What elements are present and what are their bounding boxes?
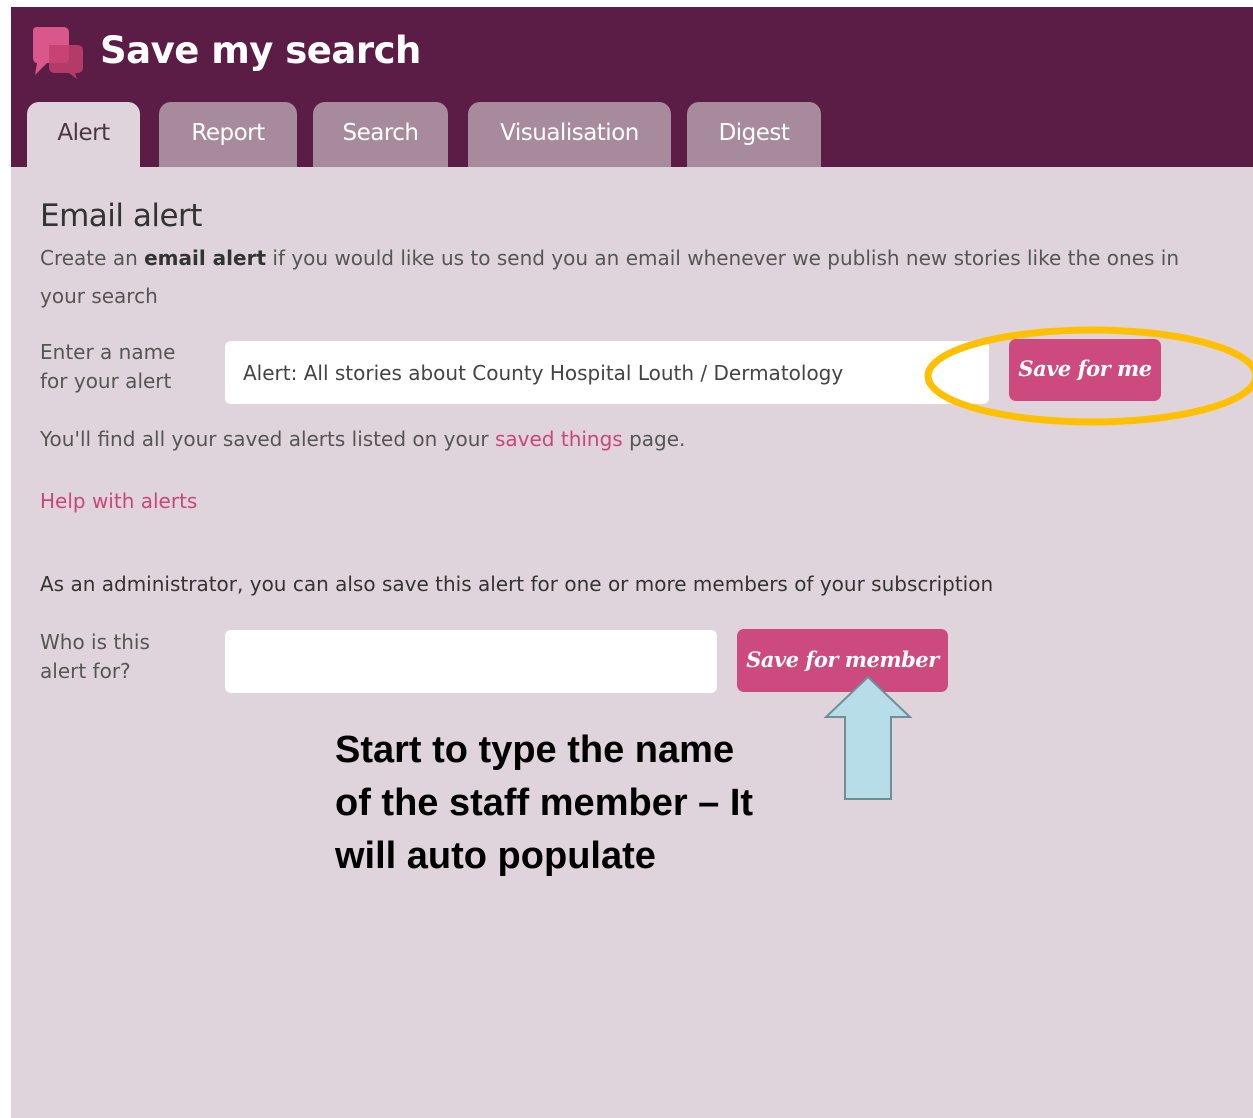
tab-search[interactable]: Search <box>313 102 448 167</box>
email-alert-heading: Email alert <box>40 198 202 234</box>
speech-bubbles-logo-icon <box>33 27 83 79</box>
description-text-start: Create an <box>40 246 145 270</box>
tab-alert[interactable]: Alert <box>27 102 140 167</box>
alert-name-input[interactable] <box>225 341 989 404</box>
saved-alerts-info: You'll find all your saved alerts listed… <box>40 427 685 451</box>
highlight-ellipse <box>924 326 1253 426</box>
member-label-line2: alert for? <box>40 659 131 683</box>
alert-name-label-line2: for your alert <box>40 369 172 393</box>
member-search-input[interactable] <box>225 630 717 693</box>
alert-name-label: Enter a name for your alert <box>40 338 175 396</box>
header-bar: Save my search Alert Report Search Visua… <box>11 7 1253 167</box>
help-with-alerts-link[interactable]: Help with alerts <box>40 489 197 513</box>
info-text-start: You'll find all your saved alerts listed… <box>40 427 495 451</box>
member-label: Who is this alert for? <box>40 628 150 686</box>
saved-things-link[interactable]: saved things <box>495 427 623 451</box>
description-bold-text: email alert <box>144 246 267 270</box>
save-search-panel: Save my search Alert Report Search Visua… <box>11 7 1253 1118</box>
email-alert-description: Create an email alert if you would like … <box>40 239 1230 315</box>
member-label-line1: Who is this <box>40 630 150 654</box>
instruction-callout: Start to type the name of the staff memb… <box>335 729 754 877</box>
alert-name-label-line1: Enter a name <box>40 340 176 364</box>
tab-visualisation[interactable]: Visualisation <box>468 102 671 167</box>
app-title: Save my search <box>100 29 421 72</box>
tab-digest[interactable]: Digest <box>687 102 821 167</box>
up-arrow-icon <box>823 675 913 800</box>
info-text-end: page. <box>622 427 686 451</box>
administrator-note: As an administrator, you can also save t… <box>40 572 994 596</box>
tab-report[interactable]: Report <box>159 102 297 167</box>
